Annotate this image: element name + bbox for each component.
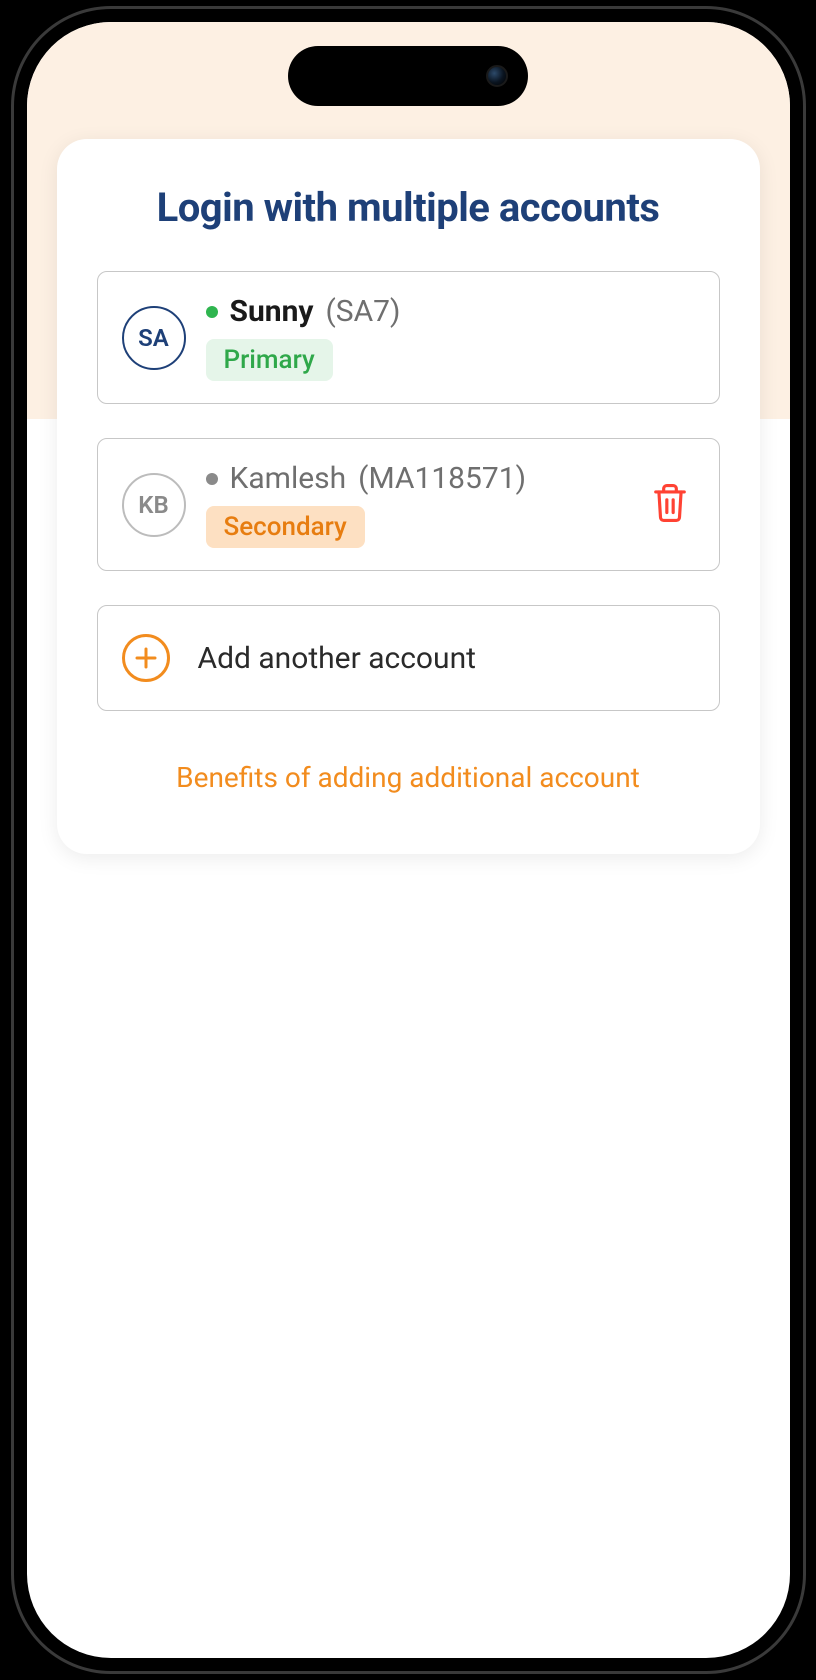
account-tag-secondary: Secondary xyxy=(206,506,365,548)
card-title: Login with multiple accounts xyxy=(97,184,720,231)
status-dot-icon xyxy=(206,473,218,485)
add-account-button[interactable]: Add another account xyxy=(97,605,720,711)
delete-account-button[interactable] xyxy=(645,476,695,533)
status-dot-icon xyxy=(206,306,218,318)
account-name: Sunny xyxy=(230,294,314,329)
plus-icon xyxy=(122,634,170,682)
avatar: SA xyxy=(122,306,186,370)
account-name: Kamlesh xyxy=(230,461,347,496)
account-id: (MA118571) xyxy=(358,461,526,496)
accounts-card: Login with multiple accounts SA Sunny (S… xyxy=(57,139,760,854)
account-id: (SA7) xyxy=(326,294,401,329)
account-row-primary[interactable]: SA Sunny (SA7) Primary xyxy=(97,271,720,404)
account-tag-primary: Primary xyxy=(206,339,333,381)
account-row-secondary[interactable]: KB Kamlesh (MA118571) Secondary xyxy=(97,438,720,571)
benefits-link[interactable]: Benefits of adding additional account xyxy=(97,761,720,794)
add-account-label: Add another account xyxy=(198,641,476,676)
avatar: KB xyxy=(122,473,186,537)
trash-icon xyxy=(651,482,689,524)
